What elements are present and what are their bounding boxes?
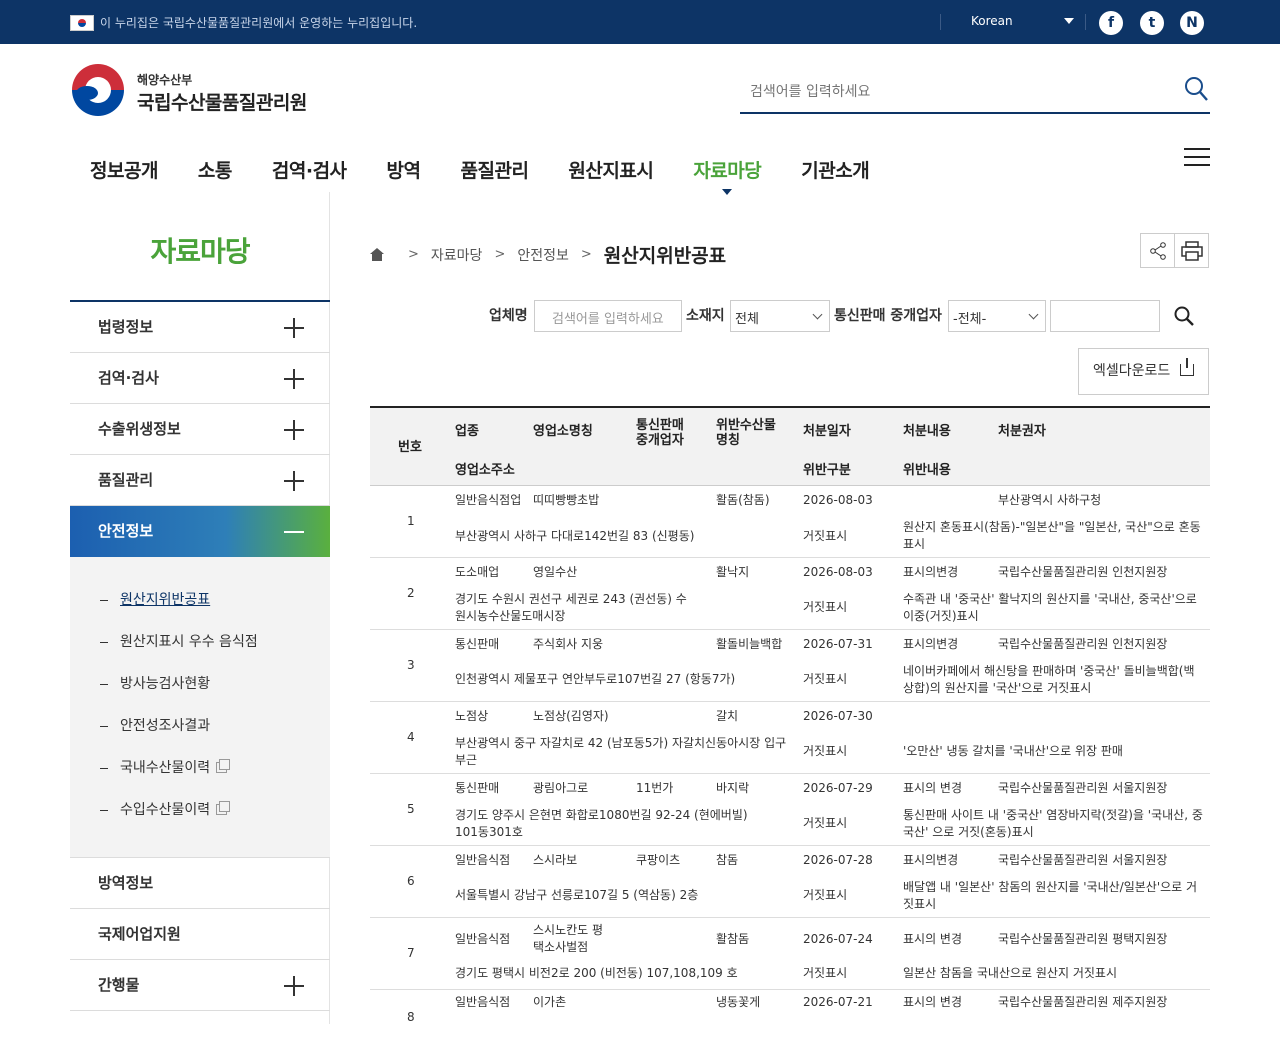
share-icon (1149, 242, 1166, 260)
gnb-quarantine[interactable]: 검역·검사 (272, 156, 347, 186)
minus-icon[interactable] (284, 531, 304, 533)
ministry-name: 해양수산부 (137, 73, 193, 87)
violation-table: 번호 업종 영업소명칭 통신판매 중개업자 위반수산물 명칭 처분일자 처분내용… (370, 406, 1210, 1050)
share-button[interactable] (1140, 233, 1175, 268)
facebook-icon[interactable]: f (1099, 11, 1123, 35)
print-icon (1180, 241, 1203, 261)
submenu-import-trace[interactable]: 수입수산물이력 (70, 789, 330, 831)
plus-icon[interactable] (284, 369, 304, 389)
location-select[interactable]: 전체 (730, 300, 830, 332)
plus-icon[interactable] (284, 976, 304, 996)
government-logo[interactable] (72, 64, 124, 116)
gnb-prevention[interactable]: 방역 (387, 156, 421, 186)
company-filter-label: 업체명 (489, 308, 528, 324)
external-link-icon (216, 759, 231, 773)
broker-select[interactable]: -전체- (948, 300, 1046, 332)
gnb-origin-label[interactable]: 원산지표시 (568, 156, 653, 186)
external-link-icon (216, 801, 231, 815)
submenu-good-restaurant[interactable]: 원산지표시 우수 음식점 (70, 621, 330, 663)
excel-download-button[interactable]: 엑셀다운로드 (1078, 348, 1209, 395)
chevron-down-icon (1028, 309, 1039, 320)
chevron-right-icon: > (580, 247, 592, 262)
language-select[interactable]: Korean (971, 14, 1013, 28)
location-filter-label: 소재지 (686, 308, 725, 324)
table-row[interactable]: 8 일반음식점 이가촌 냉동꽃게 2026-07-21 표시의 변경 국립수산물… (370, 990, 1210, 1050)
plus-icon[interactable] (284, 420, 304, 440)
search-icon[interactable] (1184, 76, 1208, 102)
submenu-domestic-trace[interactable]: 국내수산물이력 (70, 747, 330, 789)
chevron-down-icon[interactable] (1064, 18, 1074, 24)
table-row[interactable]: 6 일반음식점 스시라보 쿠팡이츠 참돔 2026-07-28 표시의변경 국립… (370, 846, 1210, 918)
main-navigation: 정보공개 소통 검역·검사 방역 품질관리 원산지표시 자료마당 기관소개 (90, 156, 909, 195)
twitter-icon[interactable]: t (1140, 11, 1164, 35)
sidebar-item-publications[interactable]: 간행물 (70, 960, 330, 1011)
chevron-right-icon: > (494, 247, 506, 262)
gnb-resources[interactable]: 자료마당 (693, 156, 762, 195)
table-row[interactable]: 2 도소매업 영일수산 활낙지 2026-08-03 표시의변경 국립수산물품질… (370, 558, 1210, 630)
submenu-radiation[interactable]: 방사능검사현황 (70, 663, 330, 705)
table-row[interactable]: 3 통신판매 주식회사 지웅 활돌비늘백합 2026-07-31 표시의변경 국… (370, 630, 1210, 702)
org-name[interactable]: 국립수산물품질관리원 (137, 88, 307, 115)
breadcrumb: > 자료마당 > 안전정보 > 원산지위반공표 (370, 241, 726, 268)
gnb-info-disclosure[interactable]: 정보공개 (90, 156, 158, 186)
print-button[interactable] (1174, 233, 1209, 268)
sidebar-item-laws[interactable]: 법령정보 (70, 302, 330, 353)
breadcrumb-item[interactable]: 자료마당 (431, 245, 483, 265)
sidebar-item-safety[interactable]: 안전정보 (70, 506, 330, 557)
sidebar-title: 자료마당 (150, 235, 250, 268)
submenu-safety-survey[interactable]: 안전성조사결과 (70, 705, 330, 747)
menu-icon[interactable] (1184, 148, 1210, 168)
home-icon[interactable] (370, 247, 384, 262)
company-search-input[interactable]: 검색어를 입력하세요 (534, 300, 682, 332)
sidebar-item-prevention[interactable]: 방역정보 (70, 858, 330, 909)
sidebar-item-quarantine[interactable]: 검역·검사 (70, 353, 330, 404)
table-row[interactable]: 7 일반음식점 스시노칸도 평택소사벌점 활참돔 2026-07-24 표시의 … (370, 918, 1210, 990)
site-search-input[interactable] (750, 78, 1170, 106)
sidebar-item-intl-fishery[interactable]: 국제어업지원 (70, 909, 330, 960)
top-notice-bar: 이 누리집은 국립수산물품질관리원에서 운영하는 누리집입니다. Korean … (0, 0, 1280, 44)
chevron-right-icon: > (408, 247, 419, 262)
broker-text-input[interactable] (1050, 300, 1160, 332)
page-title: 원산지위반공표 (603, 245, 727, 267)
government-notice: 이 누리집은 국립수산물품질관리원에서 운영하는 누리집입니다. (100, 16, 418, 30)
table-header: 번호 업종 영업소명칭 통신판매 중개업자 위반수산물 명칭 처분일자 처분내용… (370, 408, 1210, 486)
search-icon[interactable] (1172, 304, 1196, 328)
sidebar-submenu: 원산지위반공표 원산지표시 우수 음식점 방사능검사현황 안전성조사결과 국내수… (70, 557, 330, 858)
gnb-quality[interactable]: 품질관리 (461, 156, 529, 186)
sidebar-item-export-hygiene[interactable]: 수출위생정보 (70, 404, 330, 455)
sidebar-item-quality[interactable]: 품질관리 (70, 455, 330, 506)
submenu-origin-violation[interactable]: 원산지위반공표 (70, 579, 330, 621)
breadcrumb-item[interactable]: 안전정보 (517, 245, 569, 265)
gnb-about[interactable]: 기관소개 (801, 156, 869, 186)
table-row[interactable]: 5 통신판매 광림아그로 11번가 바지락 2026-07-29 표시의 변경 … (370, 774, 1210, 846)
sidebar-menu: 법령정보 검역·검사 수출위생정보 품질관리 안전정보 원산지위반공표 원산지표… (70, 300, 330, 1011)
site-search (740, 70, 1210, 114)
download-icon (1180, 358, 1194, 376)
korea-flag-icon (70, 15, 94, 31)
broker-filter-label: 통신판매 중개업자 (834, 308, 942, 324)
plus-icon[interactable] (284, 471, 304, 491)
chevron-down-icon (812, 309, 823, 320)
table-row[interactable]: 1 일반음식점업 띠띠빵빵초밥 활돔(참돔) 2026-08-03 부산광역시 … (370, 486, 1210, 558)
plus-icon[interactable] (284, 318, 304, 338)
table-row[interactable]: 4 노점상 노점상(김영자) 갈치 2026-07-30 부산광역시 중구 자갈… (370, 702, 1210, 774)
gnb-communication[interactable]: 소통 (198, 156, 232, 186)
naver-blog-icon[interactable]: N (1180, 11, 1204, 35)
